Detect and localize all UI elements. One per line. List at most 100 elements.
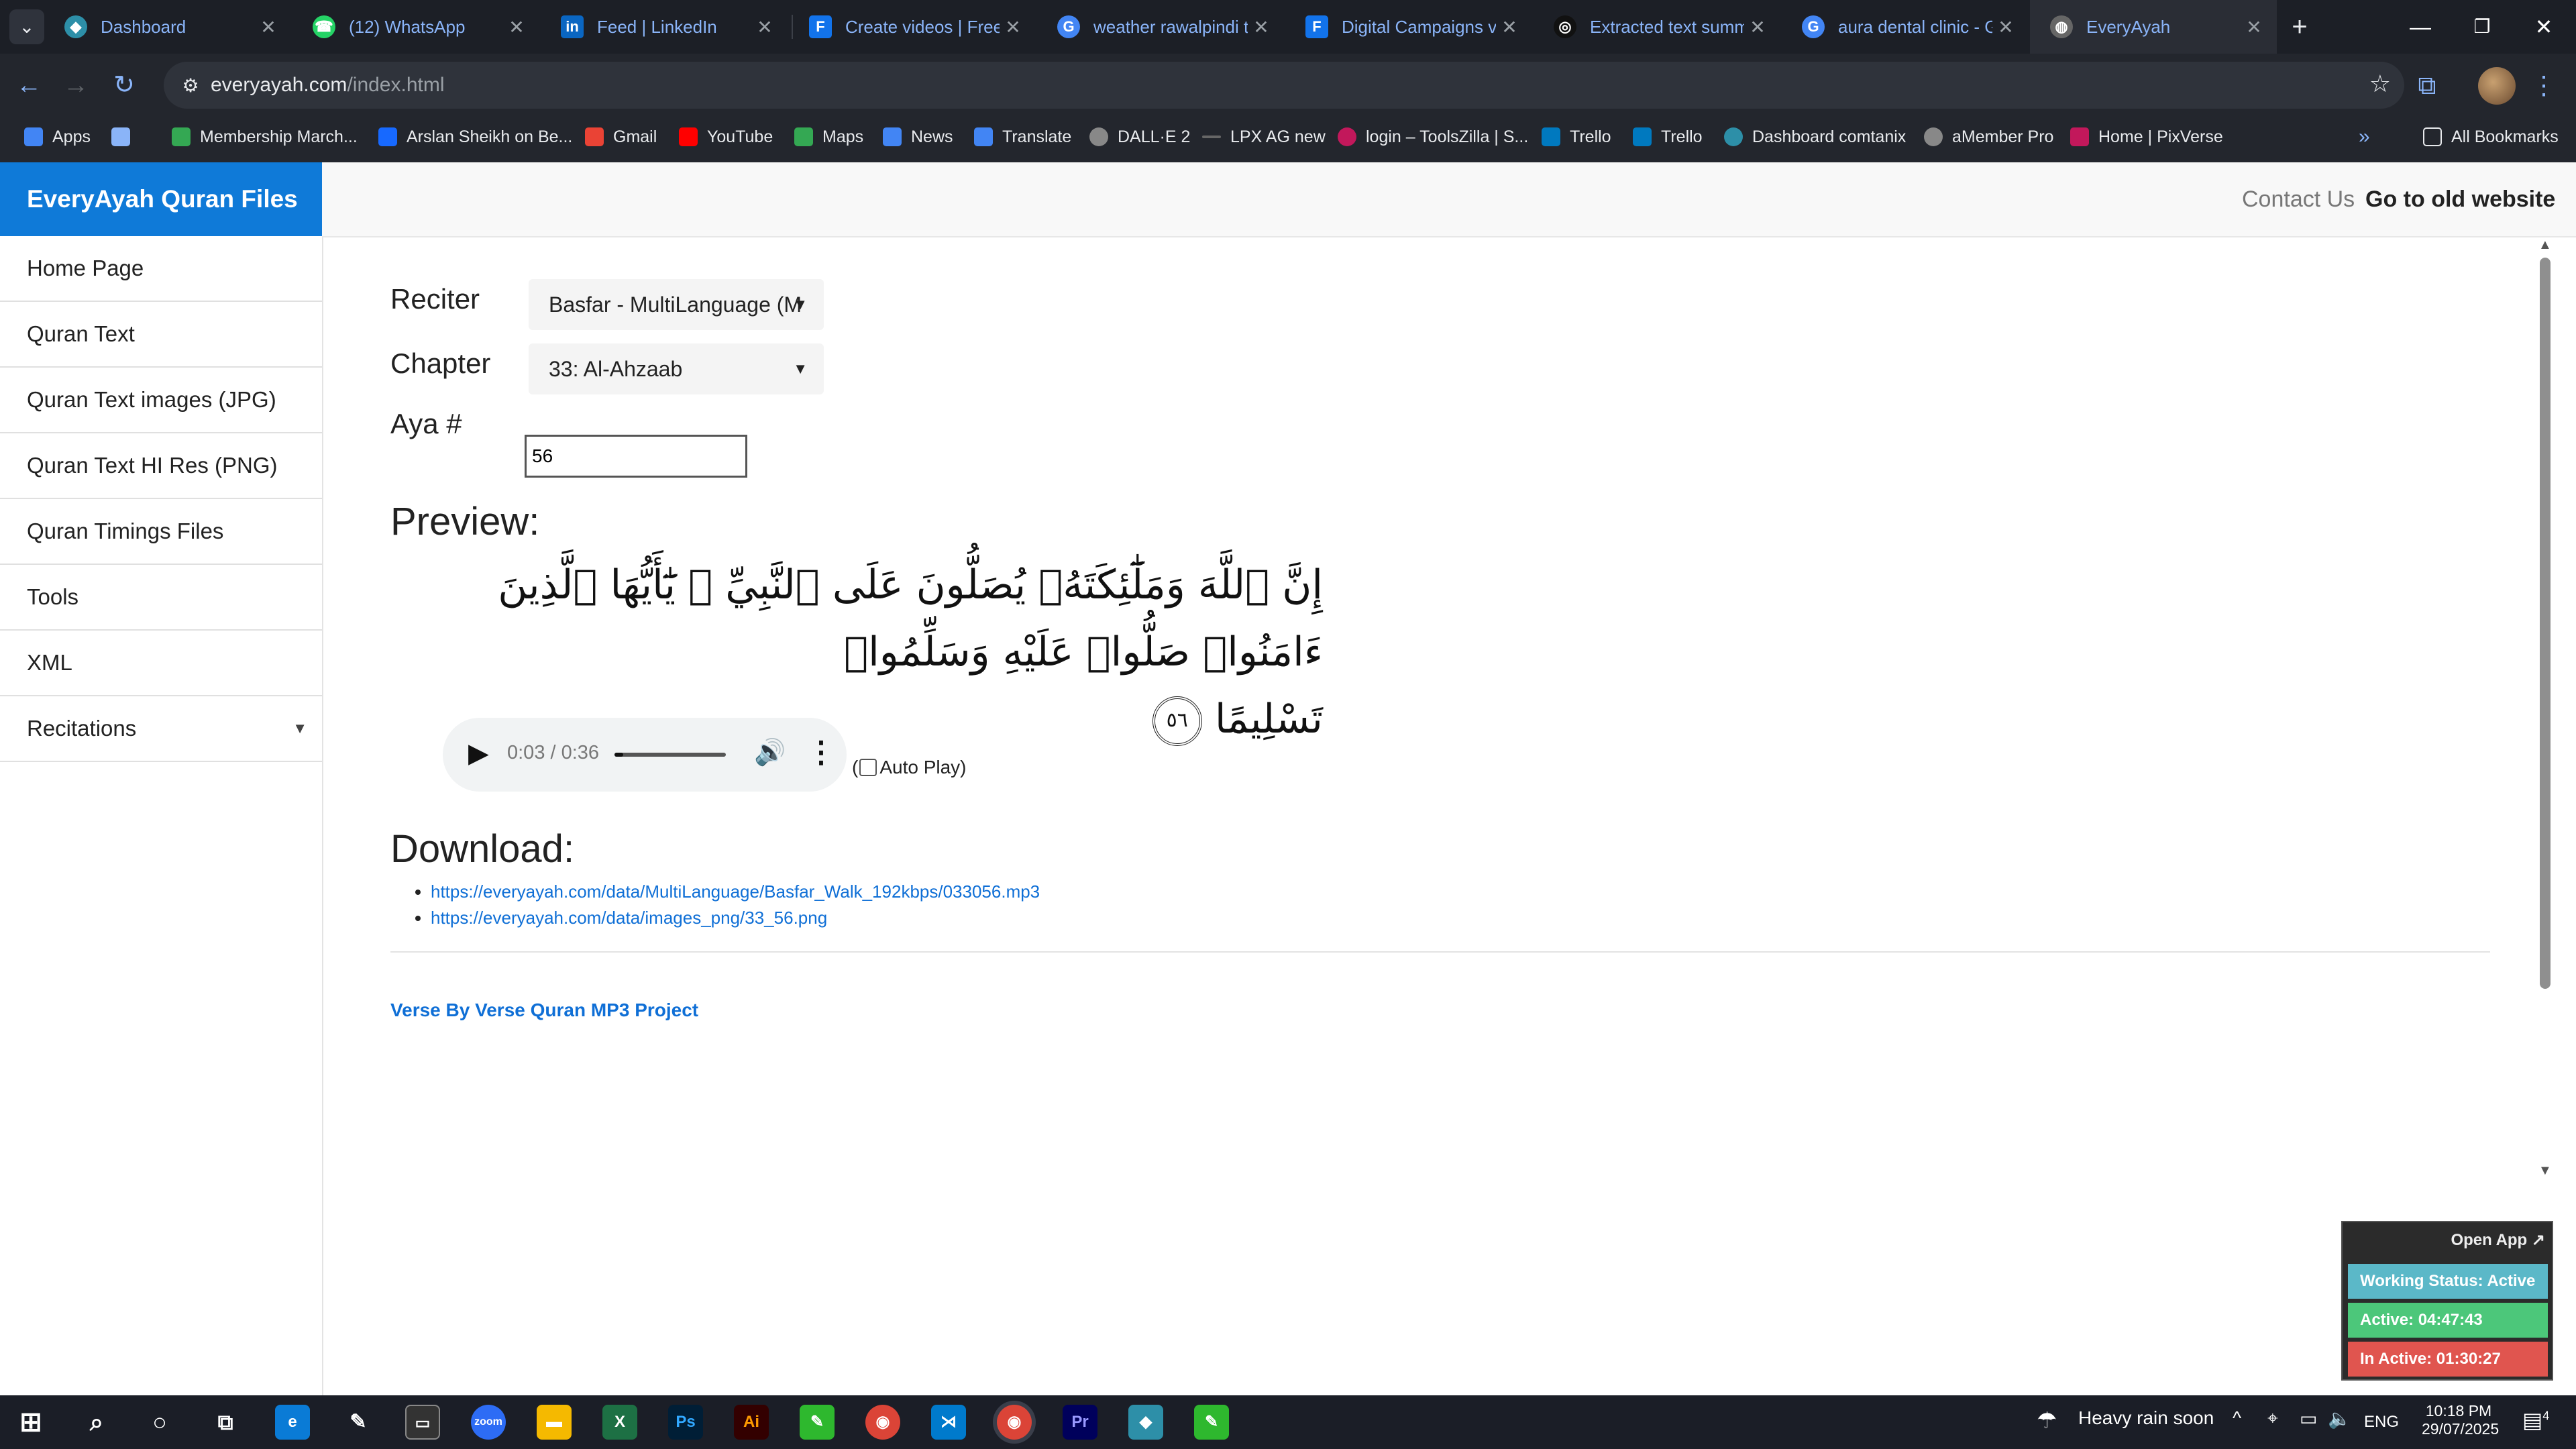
network-icon[interactable]: ▭ [2300,1407,2317,1430]
tab-everyayah[interactable]: ◍ EveryAyah ✕ [2030,0,2277,54]
volume-tray-icon[interactable]: 🔈 [2328,1407,2351,1430]
aya-number-input[interactable] [525,435,747,478]
close-icon[interactable]: ✕ [1496,16,1523,38]
sidebar-item-recitations[interactable]: Recitations ▼ [0,696,322,762]
bookmark-translate[interactable]: Translate [974,123,1071,150]
bookmark-apps[interactable]: Apps [24,123,91,150]
app-teal-icon[interactable]: ◆ [1128,1405,1163,1440]
tab-freepik[interactable]: F Create videos | Freep ✕ [789,0,1036,54]
weather-text[interactable]: Heavy rain soon [2078,1407,2214,1429]
more-options-icon[interactable]: ⋮ [806,735,836,769]
tab-digital-campaigns[interactable]: F Digital Campaigns ve ✕ [1285,0,1532,54]
sidebar-item-timings-files[interactable]: Quran Timings Files [0,499,322,565]
play-icon[interactable]: ▶ [468,738,489,769]
forward-icon[interactable]: → [59,68,93,102]
sidebar-item-tools[interactable]: Tools [0,565,322,631]
chrome-icon[interactable]: ◉ [865,1405,900,1440]
close-icon[interactable]: ✕ [255,16,282,38]
bookmark-behance[interactable]: Arslan Sheikh on Be... [378,123,572,150]
chapter-select[interactable]: 33: Al-Ahzaab ▼ [529,343,824,394]
pen-icon[interactable]: ✎ [341,1405,376,1440]
audio-player[interactable]: ▶ 0:03 / 0:36 🔊 ⋮ [443,718,847,792]
site-brand[interactable]: EveryAyah Quran Files [0,162,322,236]
avatar[interactable] [2478,67,2516,105]
reciter-select[interactable]: Basfar - MultiLanguage (M ▼ [529,279,824,330]
task-view-icon[interactable]: ⧉ [208,1405,243,1440]
zoom-icon[interactable]: zoom [471,1405,506,1440]
site-info-icon[interactable]: ⚙ [177,72,204,99]
sidebar-item-text-hi-res-png[interactable]: Quran Text HI Res (PNG) [0,433,322,499]
illustrator-icon[interactable]: Ai [734,1405,769,1440]
tray-overflow-icon[interactable]: ^ [2233,1407,2241,1429]
autoplay-checkbox[interactable] [859,759,877,776]
sidebar-item-text-images-jpg[interactable]: Quran Text images (JPG) [0,368,322,433]
app-green-2-icon[interactable]: ✎ [1194,1405,1229,1440]
bookmark-gmail[interactable]: Gmail [585,123,657,150]
project-footer-link[interactable]: Verse By Verse Quran MP3 Project [390,1000,698,1021]
back-icon[interactable]: ← [12,68,46,102]
edge-icon[interactable]: e [275,1405,310,1440]
bookmark-membership[interactable]: Membership March... [172,123,358,150]
png-download-link[interactable]: https://everyayah.com/data/images_png/33… [431,908,827,928]
bookmark-trello-1[interactable]: Trello [1542,123,1611,150]
more-bookmarks-icon[interactable]: » [2359,123,2370,150]
audio-seek-bar[interactable] [614,753,726,757]
bookmark-dalle[interactable]: DALL·E 2 [1089,123,1190,150]
meet-icon[interactable]: ⌖ [2267,1407,2278,1430]
close-icon[interactable]: ✕ [2241,16,2267,38]
reload-icon[interactable]: ↻ [107,68,141,102]
bookmark-lpx[interactable]: LPX AG new [1202,123,1326,150]
clock[interactable]: 10:18 PM 29/07/2025 [2422,1402,2499,1438]
sidebar-item-quran-text[interactable]: Quran Text [0,302,322,368]
grid-icon[interactable] [111,123,130,150]
cortana-icon[interactable]: ○ [142,1405,177,1440]
tab-whatsapp[interactable]: ☎ (12) WhatsApp ✕ [292,0,539,54]
bookmark-youtube[interactable]: YouTube [679,123,773,150]
bookmark-amember[interactable]: aMember Pro [1924,123,2053,150]
notification-icon[interactable]: ▤4 [2522,1407,2549,1433]
chrome-active-icon[interactable]: ◉ [997,1405,1032,1440]
mp3-download-link[interactable]: https://everyayah.com/data/MultiLanguage… [431,881,1040,902]
close-icon[interactable]: ✕ [503,16,530,38]
page-scrollbar[interactable]: ▲ ▼ [2537,237,2553,1203]
minimize-button[interactable]: — [2390,0,2451,54]
close-icon[interactable]: ✕ [751,16,778,38]
tab-dashboard[interactable]: ◆ Dashboard ✕ [44,0,291,54]
address-bar[interactable]: ⚙ everyayah.com/index.html ☆ [164,62,2404,109]
scrollbar-thumb[interactable] [2540,258,2551,989]
scroll-down-icon[interactable]: ▼ [2538,1163,2552,1179]
excel-icon[interactable]: X [602,1405,637,1440]
contact-us-link[interactable]: Contact Us [2242,186,2355,213]
language-indicator[interactable]: ENG [2364,1413,2399,1432]
premiere-icon[interactable]: Pr [1063,1405,1097,1440]
sidebar-item-xml[interactable]: XML [0,631,322,696]
tab-linkedin[interactable]: in Feed | LinkedIn ✕ [541,0,788,54]
scroll-up-icon[interactable]: ▲ [2538,237,2552,253]
bookmark-trello-2[interactable]: Trello [1633,123,1703,150]
close-window-button[interactable]: ✕ [2513,0,2575,54]
bookmark-pixverse[interactable]: Home | PixVerse [2070,123,2223,150]
volume-icon[interactable]: 🔊 [754,738,786,767]
sidebar-item-home[interactable]: Home Page [0,236,322,302]
file-explorer-icon[interactable]: ▬ [537,1405,572,1440]
close-icon[interactable]: ✕ [1000,16,1026,38]
photoshop-icon[interactable]: Ps [668,1405,703,1440]
new-tab-button[interactable]: + [2282,9,2317,44]
bookmark-star-icon[interactable]: ☆ [2369,70,2391,98]
autoplay-control[interactable]: ( Auto Play) [852,757,967,778]
tab-search-button[interactable]: ⌄ [9,9,44,44]
bookmark-toolszilla[interactable]: login – ToolsZilla | S... [1338,123,1528,150]
bookmark-maps[interactable]: Maps [794,123,863,150]
restore-button[interactable]: ❐ [2451,0,2513,54]
all-bookmarks-button[interactable]: All Bookmarks [2423,123,2559,150]
bookmark-dashboard-comtanix[interactable]: Dashboard comtanix [1724,123,1906,150]
open-app-button[interactable]: Open App ↗ [2451,1230,2545,1250]
tab-weather[interactable]: G weather rawalpindi to ✕ [1037,0,1284,54]
app-green-icon[interactable]: ✎ [800,1405,835,1440]
extensions-icon[interactable]: ⧉ [2408,67,2446,105]
tab-aura-dental[interactable]: G aura dental clinic - G ✕ [1782,0,2029,54]
close-icon[interactable]: ✕ [1992,16,2019,38]
bookmark-news[interactable]: News [883,123,953,150]
start-menu-icon[interactable]: ⊞ [13,1405,48,1440]
tab-extracted-text[interactable]: ◎ Extracted text summ ✕ [1534,0,1780,54]
